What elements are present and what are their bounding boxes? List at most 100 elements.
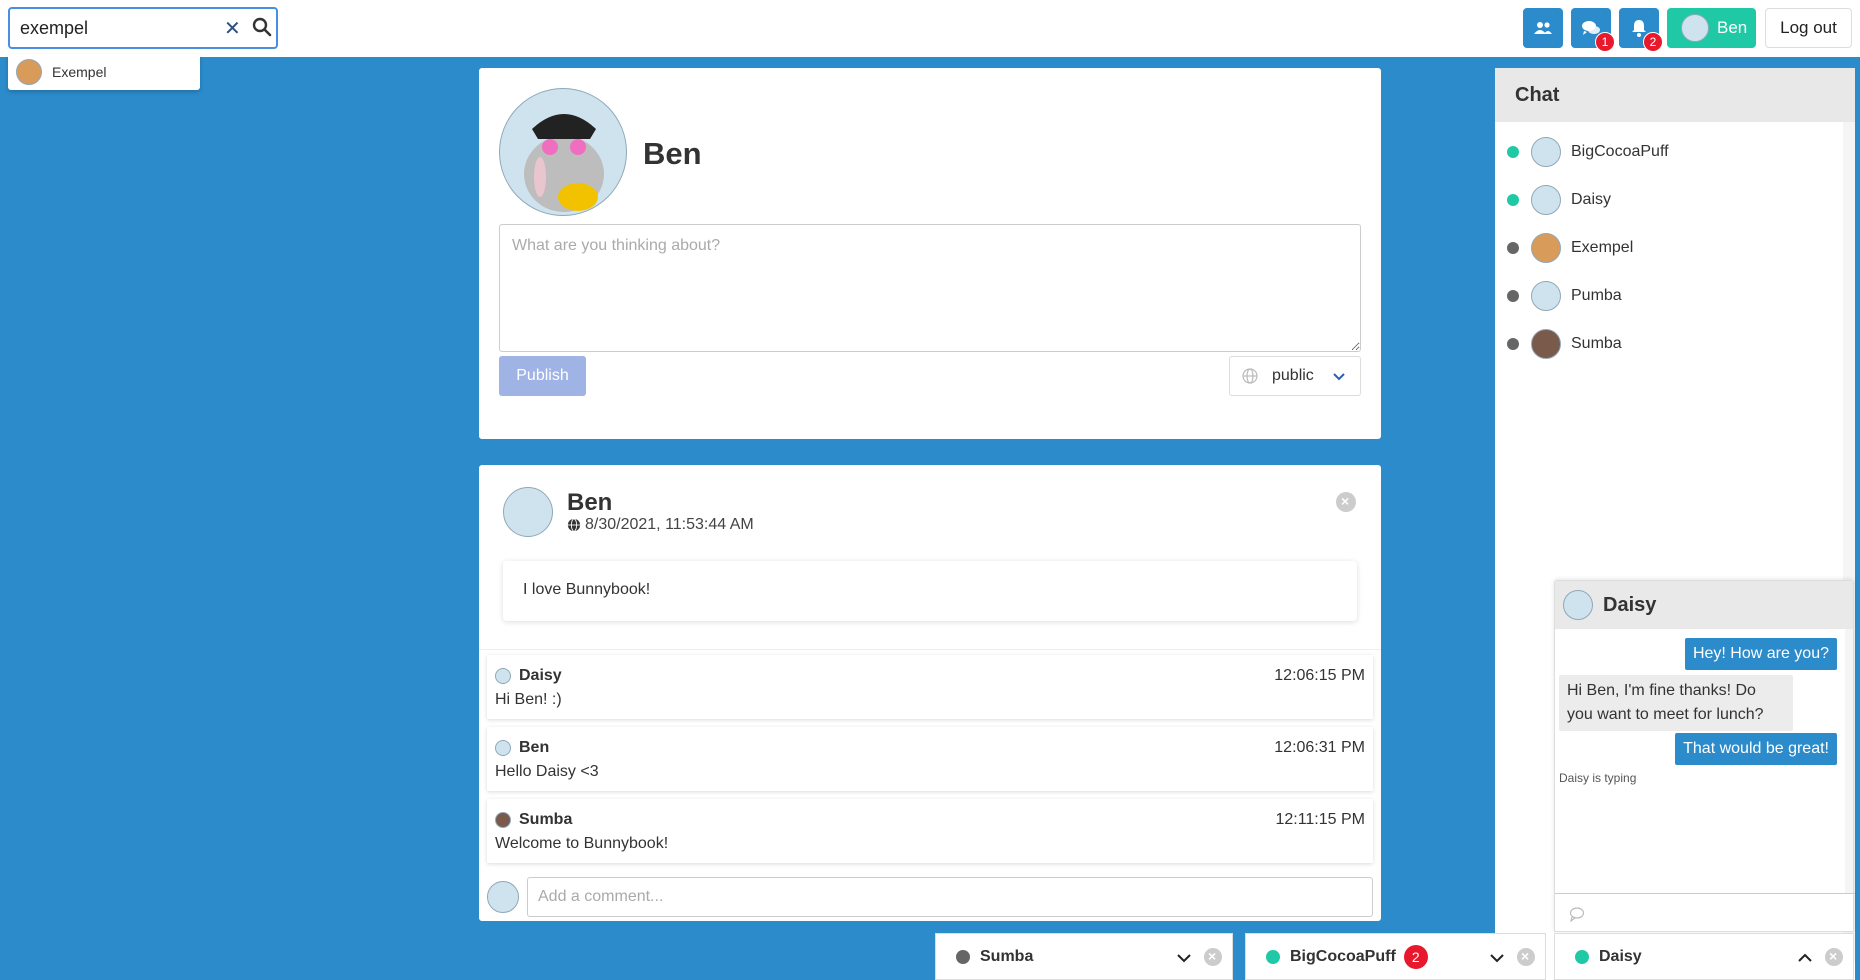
profile-avatar <box>499 88 627 216</box>
comment-header: Ben <box>495 739 549 757</box>
online-status-dot <box>1266 949 1280 964</box>
comment-header: Sumba <box>495 811 572 829</box>
post-author: Ben <box>567 489 613 516</box>
add-comment-input[interactable] <box>527 877 1373 917</box>
chat-user-name: Sumba <box>1571 335 1622 352</box>
comment: Ben 12:06:31 PM Hello Daisy <3 <box>487 727 1373 791</box>
post-author-avatar <box>503 487 553 537</box>
chat-user-name: BigCocoaPuff <box>1571 143 1669 160</box>
post-body: I love Bunnybook! <box>503 561 1357 621</box>
comment-text: Hello Daisy <3 <box>495 763 599 780</box>
chevron-down-icon <box>1333 373 1345 381</box>
offline-status-dot <box>1507 290 1519 302</box>
avatar <box>1531 329 1561 359</box>
avatar <box>487 881 519 913</box>
chat-tab-bigcocoapuff[interactable]: BigCocoaPuff 2 × <box>1245 933 1546 980</box>
profile-button[interactable]: Ben <box>1667 8 1756 48</box>
online-status-dot <box>1507 146 1519 158</box>
chat-user-name: Exempel <box>1571 239 1634 256</box>
logout-button[interactable]: Log out <box>1765 8 1852 48</box>
privacy-value: public <box>1272 367 1314 384</box>
comment: Daisy 12:06:15 PM Hi Ben! :) <box>487 655 1373 719</box>
chat-button[interactable]: 1 <box>1571 8 1615 52</box>
comment-icon <box>1569 907 1585 922</box>
offline-status-dot <box>1507 338 1519 350</box>
post-card: Ben 8/30/2021, 11:53:44 AM × I love Bunn… <box>479 465 1381 921</box>
chat-user-item[interactable]: Sumba <box>1495 320 1835 368</box>
chevron-up-icon[interactable] <box>1797 950 1813 966</box>
avatar <box>1531 185 1561 215</box>
delete-post-icon[interactable]: × <box>1336 492 1356 512</box>
chat-tab-sumba[interactable]: Sumba × <box>935 933 1233 980</box>
comment-time: 12:06:31 PM <box>1274 739 1365 756</box>
post-composer: Ben Publish public <box>479 68 1381 439</box>
search-results-dropdown: Exempel <box>8 54 200 90</box>
profile-name: Ben <box>643 136 702 171</box>
chat-user-item[interactable]: BigCocoaPuff <box>1495 128 1835 176</box>
bunny-avatar-icon <box>524 114 604 212</box>
chat-user-item[interactable]: Daisy <box>1495 176 1835 224</box>
avatar <box>1563 590 1593 620</box>
notifications-badge: 2 <box>1643 32 1663 52</box>
avatar <box>495 812 511 828</box>
friends-button[interactable] <box>1523 8 1563 48</box>
chat-tab-daisy[interactable]: Daisy × <box>1554 933 1854 980</box>
profile-label: Ben <box>1717 18 1748 37</box>
clear-search-icon[interactable]: ✕ <box>224 16 241 41</box>
avatar <box>1531 233 1561 263</box>
avatar <box>1531 281 1561 311</box>
chat-message-sent: That would be great! <box>1675 733 1837 765</box>
post-meta: 8/30/2021, 11:53:44 AM <box>567 516 754 534</box>
comment-author: Ben <box>519 739 550 756</box>
chat-window: Daisy Hey! How are you? Hi Ben, I'm fine… <box>1554 580 1855 933</box>
chat-message-input[interactable] <box>1555 893 1855 933</box>
post-input[interactable] <box>499 224 1361 352</box>
avatar <box>1681 14 1709 42</box>
chat-user-item[interactable]: Pumba <box>1495 272 1835 320</box>
comment-author: Daisy <box>519 667 562 684</box>
avatar <box>16 59 42 85</box>
close-icon[interactable]: × <box>1517 948 1535 966</box>
unread-badge: 2 <box>1403 944 1428 969</box>
globe-icon <box>1242 368 1258 384</box>
chevron-down-icon[interactable] <box>1176 950 1192 966</box>
chat-title: Chat <box>1495 68 1855 122</box>
close-icon[interactable]: × <box>1825 948 1843 966</box>
notifications-button[interactable]: 2 <box>1619 8 1663 52</box>
comment-text: Welcome to Bunnybook! <box>495 835 669 852</box>
publish-button[interactable]: Publish <box>499 356 586 396</box>
chat-window-header[interactable]: Daisy <box>1555 581 1853 629</box>
chat-user-name: Pumba <box>1571 287 1622 304</box>
chat-message-sent: Hey! How are you? <box>1684 638 1837 670</box>
comment: Sumba 12:11:15 PM Welcome to Bunnybook! <box>487 799 1373 863</box>
privacy-select[interactable]: public <box>1229 356 1361 396</box>
avatar <box>495 668 511 684</box>
search-result-label: Exempel <box>52 64 107 80</box>
close-icon[interactable]: × <box>1204 948 1222 966</box>
online-status-dot <box>1575 949 1589 964</box>
chat-window-name: Daisy <box>1603 593 1657 616</box>
globe-icon <box>567 518 581 532</box>
scrollbar[interactable] <box>1845 629 1853 893</box>
offline-status-dot <box>1507 242 1519 254</box>
comment-time: 12:06:15 PM <box>1274 667 1365 684</box>
search-result-item[interactable]: Exempel <box>8 54 200 90</box>
divider <box>479 649 1381 650</box>
users-icon <box>1534 22 1552 34</box>
search-icon[interactable] <box>252 17 272 37</box>
chat-tab-label: Sumba <box>980 947 1034 965</box>
comment-text: Hi Ben! :) <box>495 691 562 708</box>
chat-badge: 1 <box>1595 32 1615 52</box>
comment-header: Daisy <box>495 667 562 685</box>
chat-user-name: Daisy <box>1571 191 1612 208</box>
avatar <box>495 740 511 756</box>
search-input[interactable] <box>20 17 220 39</box>
chat-message-received: Hi Ben, I'm fine thanks! Do you want to … <box>1559 675 1793 731</box>
chat-tab-label: Daisy <box>1599 947 1642 965</box>
chat-user-item[interactable]: Exempel <box>1495 224 1835 272</box>
chevron-down-icon[interactable] <box>1489 950 1505 966</box>
comment-author: Sumba <box>519 811 573 828</box>
top-navbar: ✕ 1 2 Ben Log out <box>0 0 1860 57</box>
chat-tab-label: BigCocoaPuff <box>1290 947 1396 965</box>
online-status-dot <box>1507 194 1519 206</box>
